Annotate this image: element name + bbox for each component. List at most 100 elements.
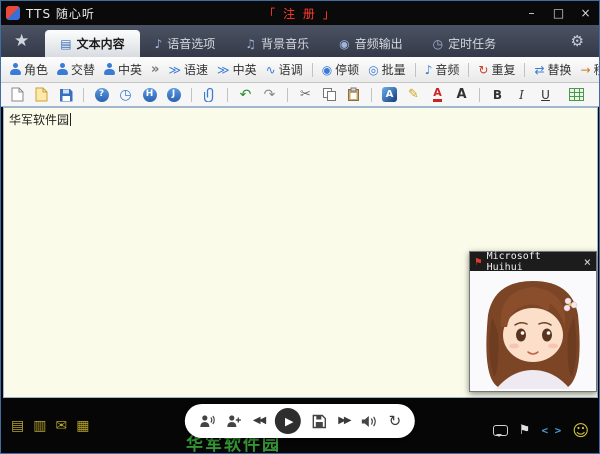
avatar-title-bar[interactable]: ⚑ Microsoft Huihui × [470, 252, 596, 271]
minimize-button[interactable]: – [518, 1, 545, 25]
font-color-button[interactable]: A [429, 86, 446, 103]
font-size-icon: A [456, 88, 466, 101]
avatar-close-icon[interactable]: × [584, 255, 591, 269]
bold-button[interactable]: B [489, 86, 506, 103]
copy-button[interactable] [321, 86, 338, 103]
save-file-button[interactable] [57, 86, 74, 103]
j-tag-button[interactable]: J [165, 86, 182, 103]
redo-button[interactable]: ↷ [261, 86, 278, 103]
folder-page-icon [35, 87, 48, 102]
person-icon [10, 63, 21, 76]
playback-controls: ◀◀ ▶ ▶▶ ↻ [185, 404, 415, 438]
tab-bar: ★ ▤ 文本内容 ♪ 语音选项 ♫ 背景音乐 ◉ 音频输出 ◷ 定时任务 ⚙ [1, 25, 599, 57]
bg-color-button[interactable]: A [381, 86, 398, 103]
window-title: TTS 随心听 [26, 5, 95, 22]
replace-button[interactable]: ⇄ 替换 [532, 61, 573, 78]
tab-voice-options[interactable]: ♪ 语音选项 [140, 30, 231, 57]
remove-label: 移除 [594, 61, 600, 78]
save-audio-button[interactable] [312, 414, 327, 429]
audio-icon: ◉ [339, 37, 349, 51]
undo-icon: ↶ [240, 88, 252, 102]
h-tag-button[interactable]: H [141, 86, 158, 103]
tab-label: 文本内容 [77, 35, 125, 52]
close-button[interactable]: × [572, 1, 599, 25]
repeat-icon: ↻ [478, 64, 488, 76]
insert-table-button[interactable] [568, 86, 585, 103]
new-file-button[interactable] [9, 86, 26, 103]
alternate-button[interactable]: 交替 [55, 61, 97, 78]
attach-button[interactable] [201, 86, 218, 103]
volume-button[interactable] [361, 414, 378, 429]
code-icon[interactable]: < > [541, 424, 561, 437]
loop-button[interactable]: ↻ [389, 414, 402, 429]
help-icon: ? [95, 88, 109, 102]
paste-button[interactable] [345, 86, 362, 103]
audio-insert-button[interactable]: ♪ 音频 [423, 61, 462, 78]
bold-icon: B [493, 89, 502, 101]
flag-icon[interactable]: ⚑ [519, 423, 531, 438]
tab-background-music[interactable]: ♫ 背景音乐 [230, 30, 324, 57]
maximize-button[interactable]: □ [545, 1, 572, 25]
flag-icon: ⚑ [475, 255, 482, 268]
history-button[interactable]: ◷ [117, 86, 134, 103]
tab-text-content[interactable]: ▤ 文本内容 [45, 30, 139, 57]
tab-audio-output[interactable]: ◉ 音频输出 [324, 30, 418, 57]
favorite-star-icon[interactable]: ★ [14, 31, 29, 51]
pause-button[interactable]: ◉ 停顿 [320, 61, 362, 78]
pause-icon: ◉ [322, 64, 332, 76]
remove-button[interactable]: → 移除 [579, 61, 600, 78]
cn-en-speed-button[interactable]: ≫ 中英 [215, 61, 259, 78]
help-button[interactable]: ? [93, 86, 110, 103]
open-file-button[interactable] [33, 86, 50, 103]
repeat-button[interactable]: ↻ 重复 [476, 61, 517, 78]
add-voice-button[interactable] [226, 414, 242, 429]
divider [191, 88, 192, 102]
undo-button[interactable]: ↶ [237, 86, 254, 103]
italic-button[interactable]: I [513, 86, 530, 103]
role-button[interactable]: 角色 [8, 61, 50, 78]
bottom-right-tools: ⚑ < > ☺ [493, 421, 589, 440]
app-logo-icon [6, 6, 20, 20]
font-size-button[interactable]: A [453, 86, 470, 103]
speed-button[interactable]: ≫ 语速 [166, 61, 210, 78]
scissors-icon: ✂ [300, 88, 311, 101]
mail-icon[interactable]: ✉ [55, 419, 67, 433]
avatar-voice-name: Microsoft Huihui [487, 251, 579, 273]
tab-scheduled-tasks[interactable]: ◷ 定时任务 [418, 30, 512, 57]
voice-preview-button[interactable] [199, 414, 215, 429]
batch-button[interactable]: ◎ 批量 [366, 61, 408, 78]
document-icon[interactable]: ▤ [11, 419, 24, 433]
voice-avatar-window: ⚑ Microsoft Huihui × [469, 251, 597, 392]
settings-gear-icon[interactable]: ⚙ [571, 32, 584, 50]
divider [312, 63, 313, 77]
paperclip-icon [204, 87, 216, 102]
document-icon: ▤ [60, 37, 71, 51]
divider [468, 63, 469, 77]
divider [83, 88, 84, 102]
disk-icon [59, 88, 73, 102]
copy-icon[interactable]: ▥ [33, 419, 46, 433]
cut-button[interactable]: ✂ [297, 86, 314, 103]
divider [479, 88, 480, 102]
register-link[interactable]: 「 注 册 」 [263, 5, 336, 22]
underline-button[interactable]: U [537, 86, 554, 103]
cn-en-voice-button[interactable]: 中英 [102, 61, 144, 78]
edit-toolbar: ? ◷ H J ↶ ↷ ✂ A [1, 83, 599, 107]
bottom-left-tools: ▤ ▥ ✉ ▦ [11, 419, 89, 433]
avatar-image [470, 271, 596, 391]
chat-icon[interactable] [493, 425, 508, 436]
rewind-button[interactable]: ◀◀ [253, 416, 264, 426]
play-button[interactable]: ▶ [275, 408, 301, 434]
cn-en-speed-label: 中英 [233, 61, 257, 78]
app-window: TTS 随心听 「 注 册 」 – □ × ★ ▤ 文本内容 ♪ 语音选项 ♫ … [0, 0, 600, 454]
bg-color-icon: A [382, 87, 397, 102]
tab-label: 定时任务 [448, 35, 496, 52]
forward-button[interactable]: ▶▶ [338, 416, 349, 426]
intonation-button[interactable]: ∿ 语调 [264, 61, 305, 78]
divider [371, 88, 372, 102]
smiley-icon[interactable]: ☺ [572, 421, 589, 440]
highlight-button[interactable]: ✎ [405, 86, 422, 103]
voice-icon: ♪ [155, 37, 163, 51]
grid-icon[interactable]: ▦ [76, 419, 89, 433]
divider [524, 63, 525, 77]
